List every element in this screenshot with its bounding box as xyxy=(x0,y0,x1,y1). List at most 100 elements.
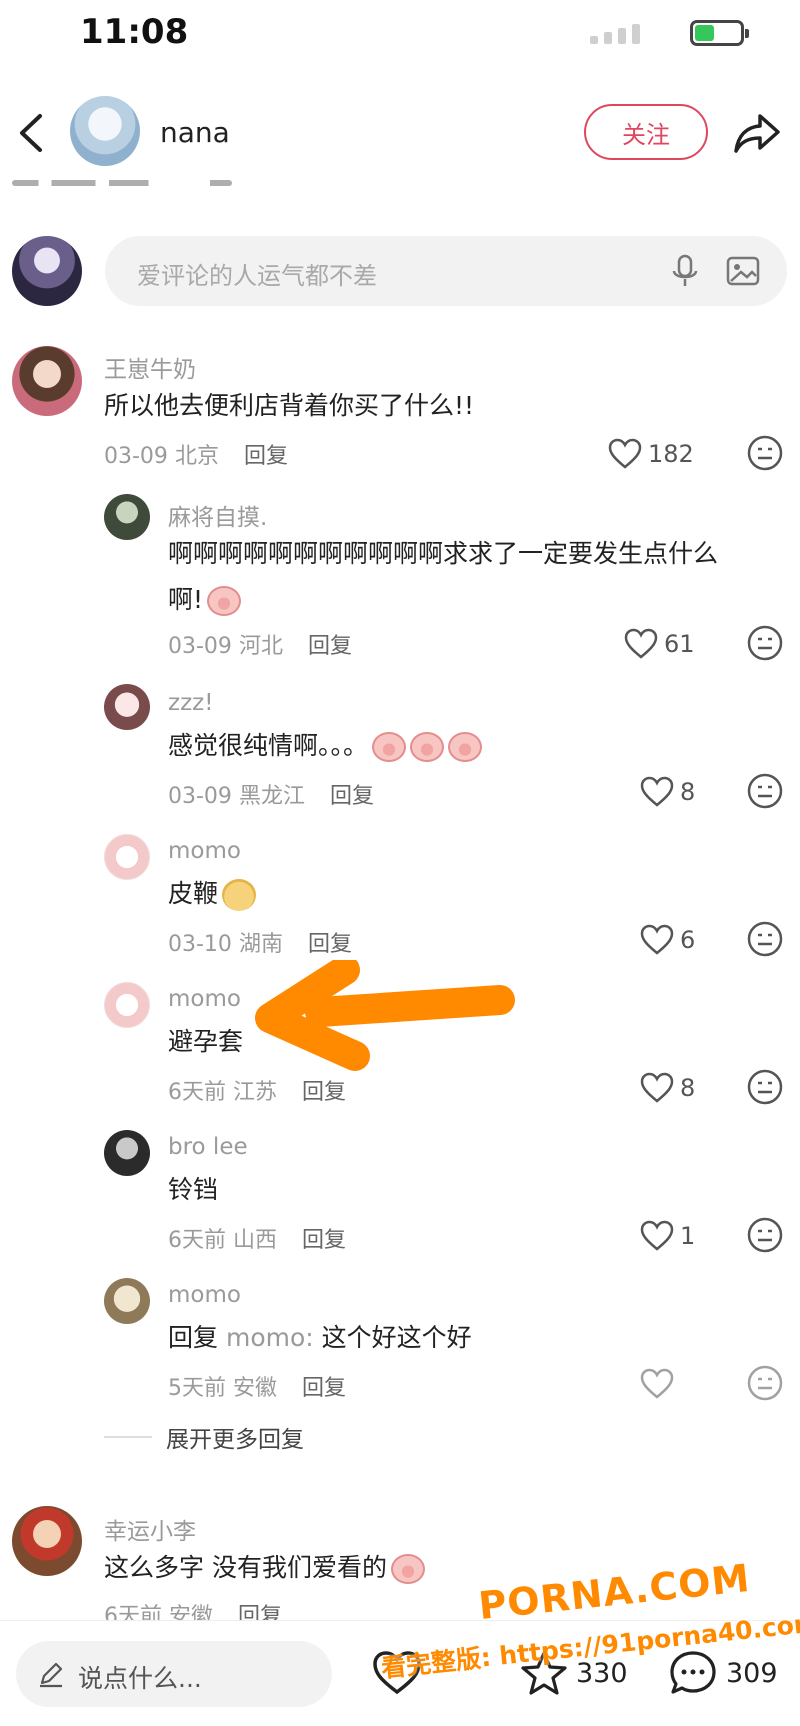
comment-meta: 6天前 山西 回复 xyxy=(168,1222,346,1254)
like-button[interactable]: 8 xyxy=(640,772,695,812)
comment-text-row: 皮鞭 xyxy=(168,870,257,918)
comment-username[interactable]: 麻将自摸. xyxy=(168,498,267,532)
emoji-react-icon[interactable] xyxy=(746,1364,784,1402)
pig-emoji-icon xyxy=(410,732,445,762)
comment-date: 03-10 xyxy=(168,932,232,957)
emoji-react-icon[interactable] xyxy=(746,1216,784,1254)
bottom-input-placeholder: 说点什么... xyxy=(78,1664,202,1693)
like-count: 1 xyxy=(680,1222,696,1250)
like-button[interactable]: 1 xyxy=(640,1216,695,1256)
comment-text-continued: 啊! xyxy=(168,576,242,624)
emoji-react-icon[interactable] xyxy=(746,624,784,662)
comment-date: 03-09 xyxy=(104,444,168,469)
reply-target[interactable]: momo: xyxy=(226,1323,314,1352)
comment-date: 03-09 xyxy=(168,634,232,659)
comment-meta: 03-09 河北 回复 xyxy=(168,628,352,660)
comment-username[interactable]: zzz! xyxy=(168,690,213,716)
commenter-avatar[interactable] xyxy=(104,982,150,1028)
heart-icon xyxy=(640,1220,674,1251)
image-icon[interactable] xyxy=(723,251,763,291)
emoji-react-icon[interactable] xyxy=(746,434,784,472)
emoji-react-icon[interactable] xyxy=(746,772,784,810)
like-button[interactable]: 61 xyxy=(624,624,695,664)
like-count: 8 xyxy=(680,1074,696,1102)
chevron-left-icon xyxy=(20,114,42,152)
comment-location: 安徽 xyxy=(233,1376,278,1401)
reply-prefix: 回复 xyxy=(168,1323,219,1352)
comment-text: 这个好这个好 xyxy=(321,1323,472,1352)
commenter-avatar[interactable] xyxy=(104,1278,150,1324)
chick-emoji-icon xyxy=(222,879,257,911)
like-count: 8 xyxy=(680,778,696,806)
comment-text-line2: 啊! xyxy=(168,585,204,614)
commenter-avatar[interactable] xyxy=(104,684,150,730)
heart-icon xyxy=(640,1368,674,1399)
like-button[interactable]: 8 xyxy=(640,1068,695,1108)
like-button[interactable]: 182 xyxy=(608,434,694,474)
comment-date: 03-09 xyxy=(168,784,232,809)
reply-button[interactable]: 回复 xyxy=(302,1376,346,1401)
comment-username[interactable]: momo xyxy=(168,1282,241,1308)
comment-username[interactable]: 王崽牛奶 xyxy=(104,350,196,384)
battery-icon xyxy=(690,20,749,46)
reply-button[interactable]: 回复 xyxy=(308,932,352,957)
emoji-react-icon[interactable] xyxy=(746,1068,784,1106)
microphone-icon[interactable] xyxy=(665,251,705,291)
bottom-comment-input[interactable]: 说点什么... xyxy=(16,1641,332,1707)
back-button[interactable] xyxy=(8,108,58,158)
heart-icon xyxy=(640,1072,674,1103)
author-avatar[interactable] xyxy=(70,96,140,166)
like-button[interactable]: 6 xyxy=(640,920,695,960)
expand-divider xyxy=(104,1436,152,1438)
like-count: 6 xyxy=(680,926,696,954)
reply-button[interactable]: 回复 xyxy=(302,1228,346,1253)
commenter-avatar[interactable] xyxy=(104,494,150,540)
comment-username[interactable]: 幸运小李 xyxy=(104,1512,196,1546)
reply-button[interactable]: 回复 xyxy=(330,784,374,809)
expand-more-replies[interactable]: 展开更多回复 xyxy=(104,1420,304,1454)
reply-button[interactable]: 回复 xyxy=(308,634,352,659)
reply-button[interactable]: 回复 xyxy=(244,444,288,469)
share-button[interactable] xyxy=(730,106,784,160)
commenter-avatar[interactable] xyxy=(12,1506,82,1576)
annotation-arrow-icon xyxy=(255,960,515,1071)
commenter-avatar[interactable] xyxy=(104,1130,150,1176)
comment-text: 这么多字 没有我们爱看的 xyxy=(104,1553,387,1582)
commenter-avatar[interactable] xyxy=(104,834,150,880)
heart-icon xyxy=(608,438,642,469)
pig-emoji-icon xyxy=(390,1554,425,1584)
like-button[interactable] xyxy=(640,1364,674,1404)
like-count: 182 xyxy=(648,440,694,468)
comments-button[interactable]: 309 xyxy=(668,1647,778,1699)
comment-text-row: 这么多字 没有我们爱看的 xyxy=(104,1544,425,1592)
comment-location: 黑龙江 xyxy=(238,784,305,809)
status-bar: 11:08 xyxy=(0,0,800,70)
commenter-avatar[interactable] xyxy=(12,346,82,416)
comment-input[interactable]: 爱评论的人运气都不差 xyxy=(105,236,787,306)
comment-date: 5天前 xyxy=(168,1376,226,1401)
comment-meta: 5天前 安徽 回复 xyxy=(168,1370,346,1402)
heart-icon xyxy=(624,628,658,659)
comment-bubble-icon xyxy=(670,1651,716,1694)
comment-username[interactable]: momo xyxy=(168,986,241,1012)
pig-emoji-icon xyxy=(372,732,407,762)
comment-date: 6天前 xyxy=(168,1080,226,1105)
comment-text-row: 感觉很纯情啊。。。 xyxy=(168,722,483,770)
emoji-react-icon[interactable] xyxy=(746,920,784,958)
comment-count-cutoff xyxy=(12,176,232,190)
follow-button[interactable]: 关注 xyxy=(584,104,708,160)
comment-text: 啊啊啊啊啊啊啊啊啊啊啊求求了一定要发生点什么 xyxy=(168,539,719,568)
comment-location: 河北 xyxy=(238,634,283,659)
comment-text: 感觉很纯情啊。。。 xyxy=(168,731,369,760)
comment-text: 铃铛 xyxy=(168,1175,219,1204)
comment-username[interactable]: bro lee xyxy=(168,1134,248,1160)
pencil-icon xyxy=(40,1662,63,1688)
comment-location: 山西 xyxy=(233,1228,278,1253)
reply-button[interactable]: 回复 xyxy=(302,1080,346,1105)
heart-icon xyxy=(640,924,674,955)
comment-username[interactable]: momo xyxy=(168,838,241,864)
comment-meta: 03-09 黑龙江 回复 xyxy=(168,778,374,810)
comment-location: 北京 xyxy=(174,444,219,469)
author-name[interactable]: nana xyxy=(160,116,230,149)
comment-count: 309 xyxy=(726,1657,778,1689)
